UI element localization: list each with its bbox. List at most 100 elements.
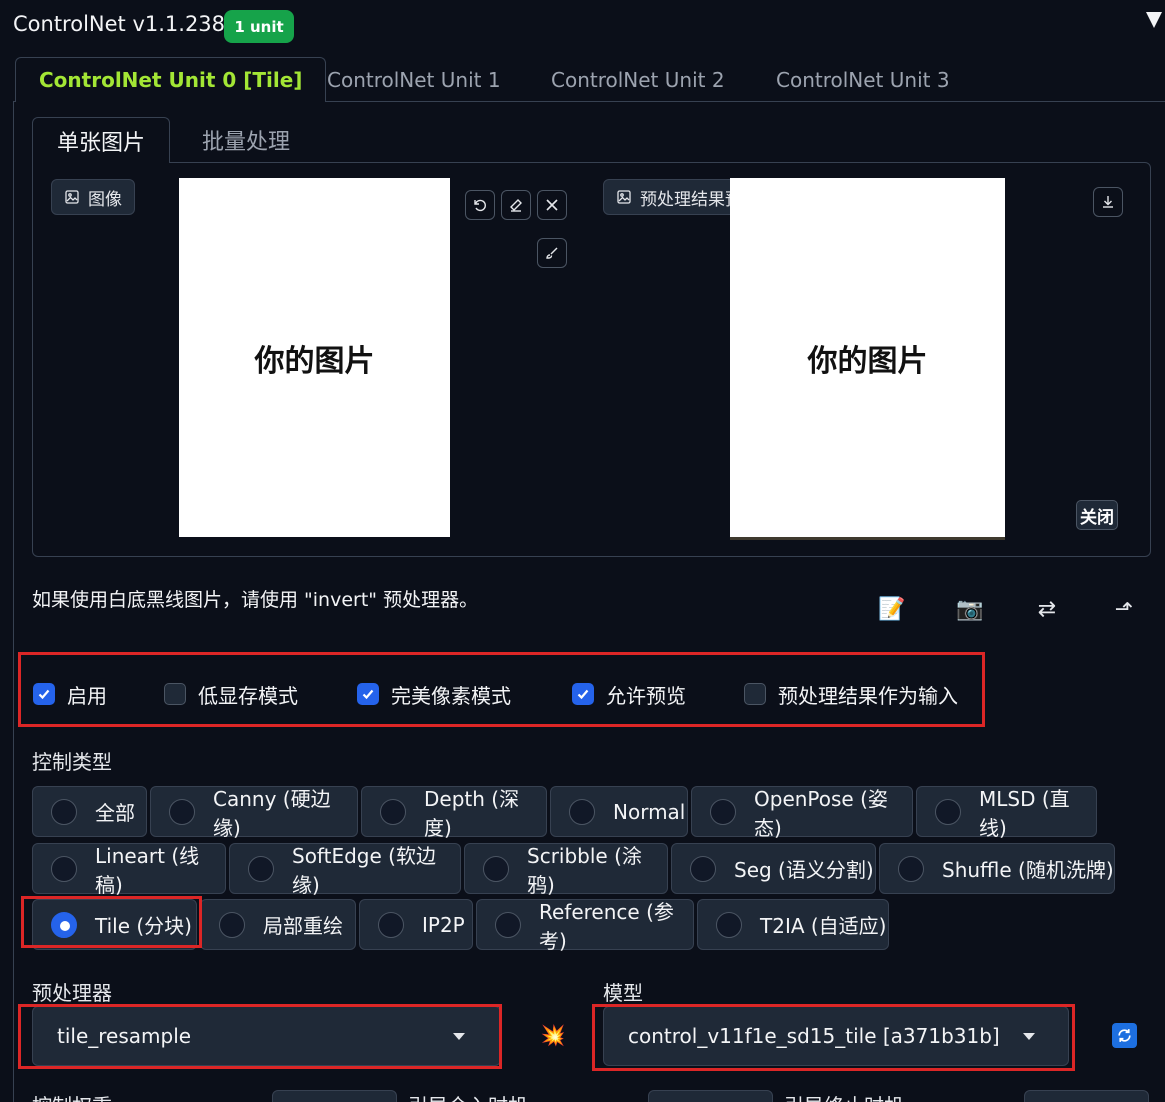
radio-dot	[710, 798, 736, 825]
preview-image-text: 你的图片	[807, 343, 928, 379]
checkbox-label: 允许预览	[606, 683, 686, 708]
radio-label: Lineart (线稿)	[95, 843, 200, 897]
radio-dot	[495, 911, 521, 938]
radio-normal[interactable]: Normal	[550, 786, 688, 837]
undo-button[interactable]	[465, 190, 495, 220]
check-icon	[577, 689, 589, 700]
radio-label: Depth (深度)	[424, 786, 520, 840]
guidance-start-label: 引导介入时机	[408, 1090, 528, 1102]
tab-unit-2[interactable]: ControlNet Unit 2	[528, 57, 748, 102]
close-icon	[546, 199, 558, 211]
radio-ip2p[interactable]: IP2P	[359, 899, 473, 950]
tab-single-image[interactable]: 单张图片	[32, 117, 171, 163]
preprocessor-value: tile_resample	[57, 1024, 192, 1048]
radio-dot	[51, 855, 77, 882]
radio-label: SoftEdge (软边缘)	[292, 843, 436, 897]
radio-seg[interactable]: Seg (语义分割)	[671, 843, 876, 894]
radio-label: Shuffle (随机洗牌)	[942, 858, 1114, 882]
radio-label: T2IA (自适应)	[760, 914, 887, 938]
image-icon	[617, 190, 631, 204]
lowvram-checkbox[interactable]: 低显存模式	[164, 677, 298, 711]
radio-label: Seg (语义分割)	[734, 858, 874, 882]
radio-all[interactable]: 全部	[32, 786, 147, 837]
radio-inpaint[interactable]: 局部重绘	[200, 899, 356, 950]
radio-label: Normal	[613, 799, 686, 824]
checkbox-enable[interactable]	[33, 683, 55, 705]
radio-reference[interactable]: Reference (参考)	[476, 899, 694, 953]
download-button[interactable]	[1093, 187, 1123, 217]
checkbox-label: 低显存模式	[198, 683, 298, 708]
radio-label: Tile (分块)	[95, 914, 192, 938]
control-weight-input[interactable]	[272, 1090, 397, 1102]
preprocessor-dropdown[interactable]: tile_resample	[32, 1006, 501, 1066]
run-preprocessor-icon[interactable]: 💥	[536, 1020, 570, 1050]
radio-dot	[716, 911, 742, 938]
preprocessor-as-input-checkbox[interactable]: 预处理结果作为输入	[744, 677, 958, 711]
radio-depth[interactable]: Depth (深度)	[361, 786, 547, 840]
download-icon	[1103, 196, 1113, 208]
radio-openpose[interactable]: OpenPose (姿态)	[691, 786, 913, 840]
camera-icon[interactable]: 📷	[953, 594, 987, 624]
radio-label: 全部	[95, 801, 135, 825]
guidance-end-label: 引导终止时机	[784, 1090, 904, 1102]
allow-preview-checkbox[interactable]: 允许预览	[572, 677, 686, 711]
radio-dot	[51, 798, 77, 825]
input-image-canvas[interactable]: 你的图片	[179, 178, 450, 537]
radio-dot	[569, 798, 595, 825]
radio-dot	[483, 855, 509, 882]
checkbox-label: 完美像素模式	[391, 683, 511, 708]
guidance-start-input[interactable]	[648, 1090, 773, 1102]
radio-dot	[690, 855, 716, 882]
check-icon	[362, 689, 374, 700]
brush-button[interactable]	[537, 238, 567, 268]
radio-shuffle[interactable]: Shuffle (随机洗牌)	[879, 843, 1115, 894]
radio-canny[interactable]: Canny (硬边缘)	[150, 786, 358, 840]
radio-softedge[interactable]: SoftEdge (软边缘)	[229, 843, 461, 897]
radio-label: MLSD (直线)	[979, 786, 1070, 840]
radio-label: IP2P	[422, 912, 465, 937]
tab-unit-3[interactable]: ControlNet Unit 3	[753, 57, 973, 102]
eraser-icon	[510, 199, 522, 212]
tab-unit-0[interactable]: ControlNet Unit 0 [Tile]	[15, 57, 327, 102]
eraser-button[interactable]	[501, 190, 531, 220]
enable-checkbox[interactable]: 启用	[33, 677, 107, 711]
tab-batch[interactable]: 批量处理	[178, 117, 314, 163]
radio-lineart[interactable]: Lineart (线稿)	[32, 843, 226, 897]
notepad-icon[interactable]: 📝	[875, 594, 909, 624]
radio-t2ia[interactable]: T2IA (自适应)	[697, 899, 889, 950]
checkbox-lowvram[interactable]	[164, 683, 186, 705]
preview-image-canvas: 你的图片	[730, 178, 1005, 540]
check-icon	[38, 689, 50, 700]
radio-dot	[248, 855, 274, 882]
pixel-perfect-checkbox[interactable]: 完美像素模式	[357, 677, 511, 711]
checkbox-label: 预处理结果作为输入	[778, 683, 958, 708]
model-dropdown[interactable]: control_v11f1e_sd15_tile [a371b31b]	[603, 1006, 1069, 1066]
radio-tile[interactable]: Tile (分块)	[32, 899, 197, 950]
radio-dot	[169, 798, 195, 825]
refresh-models-button[interactable]	[1112, 1023, 1137, 1048]
radio-mlsd[interactable]: MLSD (直线)	[916, 786, 1097, 840]
radio-label: Scribble (涂鸦)	[527, 843, 642, 897]
model-label: 模型	[603, 981, 643, 1005]
preprocessor-label: 预处理器	[32, 981, 112, 1005]
model-value: control_v11f1e_sd15_tile [a371b31b]	[628, 1024, 1000, 1048]
radio-dot	[898, 855, 924, 882]
checkbox-allow-preview[interactable]	[572, 683, 594, 705]
unit-count-badge: 1 unit	[224, 10, 294, 43]
swap-icon[interactable]: ⇄	[1030, 594, 1064, 624]
close-preview-button[interactable]: 关闭	[1076, 500, 1118, 530]
brush-icon	[546, 247, 558, 259]
send-dimensions-icon[interactable]: ⬏	[1107, 594, 1141, 624]
invert-hint: 如果使用白底黑线图片，请使用 "invert" 预处理器。	[32, 589, 479, 611]
radio-scribble[interactable]: Scribble (涂鸦)	[464, 843, 668, 897]
radio-dot	[380, 798, 406, 825]
checkbox-pixel-perfect[interactable]	[357, 683, 379, 705]
checkbox-preprocessor-input[interactable]	[744, 683, 766, 705]
guidance-end-input[interactable]	[1024, 1090, 1149, 1102]
clear-button[interactable]	[537, 190, 567, 220]
refresh-icon	[1118, 1029, 1131, 1042]
image-label-text: 图像	[88, 189, 122, 210]
tab-unit-1[interactable]: ControlNet Unit 1	[304, 57, 524, 102]
collapse-arrow-icon[interactable]	[1146, 12, 1162, 28]
radio-label: Reference (参考)	[539, 899, 674, 953]
